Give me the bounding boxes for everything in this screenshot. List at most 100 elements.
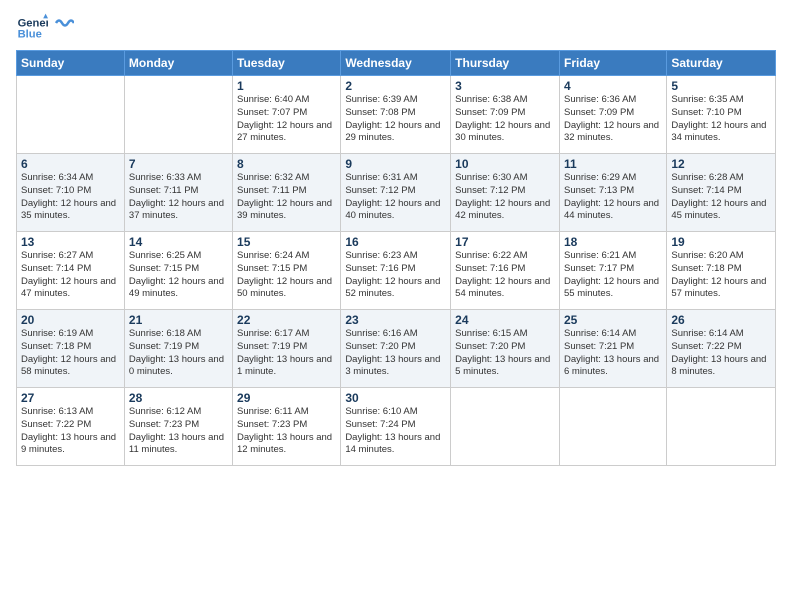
day-number: 5 — [671, 79, 771, 93]
calendar-week-5: 27Sunrise: 6:13 AM Sunset: 7:22 PM Dayli… — [17, 388, 776, 466]
day-header-thursday: Thursday — [451, 51, 560, 76]
day-info: Sunrise: 6:28 AM Sunset: 7:14 PM Dayligh… — [671, 172, 771, 223]
calendar-week-3: 13Sunrise: 6:27 AM Sunset: 7:14 PM Dayli… — [17, 232, 776, 310]
day-number: 22 — [237, 313, 336, 327]
calendar-cell: 28Sunrise: 6:12 AM Sunset: 7:23 PM Dayli… — [124, 388, 232, 466]
day-info: Sunrise: 6:32 AM Sunset: 7:11 PM Dayligh… — [237, 172, 336, 223]
day-number: 12 — [671, 157, 771, 171]
calendar-cell — [667, 388, 776, 466]
logo-icon: General Blue — [16, 12, 48, 44]
day-info: Sunrise: 6:33 AM Sunset: 7:11 PM Dayligh… — [129, 172, 228, 223]
calendar-week-1: 1Sunrise: 6:40 AM Sunset: 7:07 PM Daylig… — [17, 76, 776, 154]
calendar-cell: 29Sunrise: 6:11 AM Sunset: 7:23 PM Dayli… — [233, 388, 341, 466]
calendar-cell: 7Sunrise: 6:33 AM Sunset: 7:11 PM Daylig… — [124, 154, 232, 232]
day-number: 8 — [237, 157, 336, 171]
header: General Blue — [16, 12, 776, 44]
calendar-cell: 6Sunrise: 6:34 AM Sunset: 7:10 PM Daylig… — [17, 154, 125, 232]
day-info: Sunrise: 6:10 AM Sunset: 7:24 PM Dayligh… — [345, 406, 446, 457]
day-number: 6 — [21, 157, 120, 171]
day-number: 13 — [21, 235, 120, 249]
day-info: Sunrise: 6:14 AM Sunset: 7:22 PM Dayligh… — [671, 328, 771, 379]
day-number: 3 — [455, 79, 555, 93]
day-header-wednesday: Wednesday — [341, 51, 451, 76]
day-number: 9 — [345, 157, 446, 171]
calendar-cell: 18Sunrise: 6:21 AM Sunset: 7:17 PM Dayli… — [559, 232, 666, 310]
day-header-monday: Monday — [124, 51, 232, 76]
calendar-week-4: 20Sunrise: 6:19 AM Sunset: 7:18 PM Dayli… — [17, 310, 776, 388]
day-info: Sunrise: 6:40 AM Sunset: 7:07 PM Dayligh… — [237, 94, 336, 145]
calendar-cell: 23Sunrise: 6:16 AM Sunset: 7:20 PM Dayli… — [341, 310, 451, 388]
day-info: Sunrise: 6:24 AM Sunset: 7:15 PM Dayligh… — [237, 250, 336, 301]
calendar-cell: 4Sunrise: 6:36 AM Sunset: 7:09 PM Daylig… — [559, 76, 666, 154]
day-info: Sunrise: 6:20 AM Sunset: 7:18 PM Dayligh… — [671, 250, 771, 301]
calendar-table: SundayMondayTuesdayWednesdayThursdayFrid… — [16, 50, 776, 466]
day-number: 30 — [345, 391, 446, 405]
calendar-week-2: 6Sunrise: 6:34 AM Sunset: 7:10 PM Daylig… — [17, 154, 776, 232]
calendar-cell: 22Sunrise: 6:17 AM Sunset: 7:19 PM Dayli… — [233, 310, 341, 388]
day-info: Sunrise: 6:22 AM Sunset: 7:16 PM Dayligh… — [455, 250, 555, 301]
calendar-cell: 9Sunrise: 6:31 AM Sunset: 7:12 PM Daylig… — [341, 154, 451, 232]
calendar-cell: 16Sunrise: 6:23 AM Sunset: 7:16 PM Dayli… — [341, 232, 451, 310]
day-number: 25 — [564, 313, 662, 327]
calendar-cell: 10Sunrise: 6:30 AM Sunset: 7:12 PM Dayli… — [451, 154, 560, 232]
day-info: Sunrise: 6:25 AM Sunset: 7:15 PM Dayligh… — [129, 250, 228, 301]
calendar-cell: 15Sunrise: 6:24 AM Sunset: 7:15 PM Dayli… — [233, 232, 341, 310]
calendar-cell: 19Sunrise: 6:20 AM Sunset: 7:18 PM Dayli… — [667, 232, 776, 310]
day-info: Sunrise: 6:36 AM Sunset: 7:09 PM Dayligh… — [564, 94, 662, 145]
day-number: 15 — [237, 235, 336, 249]
day-number: 11 — [564, 157, 662, 171]
day-number: 17 — [455, 235, 555, 249]
day-info: Sunrise: 6:35 AM Sunset: 7:10 PM Dayligh… — [671, 94, 771, 145]
day-header-saturday: Saturday — [667, 51, 776, 76]
day-info: Sunrise: 6:12 AM Sunset: 7:23 PM Dayligh… — [129, 406, 228, 457]
day-info: Sunrise: 6:13 AM Sunset: 7:22 PM Dayligh… — [21, 406, 120, 457]
day-number: 1 — [237, 79, 336, 93]
day-number: 20 — [21, 313, 120, 327]
calendar-header-row: SundayMondayTuesdayWednesdayThursdayFrid… — [17, 51, 776, 76]
logo: General Blue — [16, 12, 74, 44]
calendar-cell: 26Sunrise: 6:14 AM Sunset: 7:22 PM Dayli… — [667, 310, 776, 388]
calendar-cell: 1Sunrise: 6:40 AM Sunset: 7:07 PM Daylig… — [233, 76, 341, 154]
day-number: 7 — [129, 157, 228, 171]
day-number: 4 — [564, 79, 662, 93]
day-info: Sunrise: 6:18 AM Sunset: 7:19 PM Dayligh… — [129, 328, 228, 379]
calendar-cell: 13Sunrise: 6:27 AM Sunset: 7:14 PM Dayli… — [17, 232, 125, 310]
day-info: Sunrise: 6:29 AM Sunset: 7:13 PM Dayligh… — [564, 172, 662, 223]
day-info: Sunrise: 6:27 AM Sunset: 7:14 PM Dayligh… — [21, 250, 120, 301]
day-number: 10 — [455, 157, 555, 171]
calendar-cell: 11Sunrise: 6:29 AM Sunset: 7:13 PM Dayli… — [559, 154, 666, 232]
day-number: 23 — [345, 313, 446, 327]
calendar-cell: 25Sunrise: 6:14 AM Sunset: 7:21 PM Dayli… — [559, 310, 666, 388]
day-info: Sunrise: 6:23 AM Sunset: 7:16 PM Dayligh… — [345, 250, 446, 301]
calendar-cell — [124, 76, 232, 154]
day-number: 16 — [345, 235, 446, 249]
day-info: Sunrise: 6:21 AM Sunset: 7:17 PM Dayligh… — [564, 250, 662, 301]
day-header-tuesday: Tuesday — [233, 51, 341, 76]
day-info: Sunrise: 6:16 AM Sunset: 7:20 PM Dayligh… — [345, 328, 446, 379]
day-header-friday: Friday — [559, 51, 666, 76]
calendar-cell: 3Sunrise: 6:38 AM Sunset: 7:09 PM Daylig… — [451, 76, 560, 154]
svg-text:General: General — [18, 17, 48, 29]
day-info: Sunrise: 6:19 AM Sunset: 7:18 PM Dayligh… — [21, 328, 120, 379]
logo-wave-icon — [54, 13, 74, 33]
calendar-cell: 5Sunrise: 6:35 AM Sunset: 7:10 PM Daylig… — [667, 76, 776, 154]
svg-text:Blue: Blue — [18, 29, 42, 41]
day-info: Sunrise: 6:34 AM Sunset: 7:10 PM Dayligh… — [21, 172, 120, 223]
day-number: 14 — [129, 235, 228, 249]
calendar-cell: 30Sunrise: 6:10 AM Sunset: 7:24 PM Dayli… — [341, 388, 451, 466]
day-info: Sunrise: 6:11 AM Sunset: 7:23 PM Dayligh… — [237, 406, 336, 457]
day-header-sunday: Sunday — [17, 51, 125, 76]
calendar-cell: 20Sunrise: 6:19 AM Sunset: 7:18 PM Dayli… — [17, 310, 125, 388]
day-info: Sunrise: 6:17 AM Sunset: 7:19 PM Dayligh… — [237, 328, 336, 379]
day-number: 2 — [345, 79, 446, 93]
calendar-cell: 14Sunrise: 6:25 AM Sunset: 7:15 PM Dayli… — [124, 232, 232, 310]
calendar-cell: 27Sunrise: 6:13 AM Sunset: 7:22 PM Dayli… — [17, 388, 125, 466]
calendar-cell — [17, 76, 125, 154]
day-number: 28 — [129, 391, 228, 405]
calendar-cell: 24Sunrise: 6:15 AM Sunset: 7:20 PM Dayli… — [451, 310, 560, 388]
day-number: 26 — [671, 313, 771, 327]
calendar-cell: 12Sunrise: 6:28 AM Sunset: 7:14 PM Dayli… — [667, 154, 776, 232]
day-number: 18 — [564, 235, 662, 249]
calendar-cell — [451, 388, 560, 466]
day-number: 29 — [237, 391, 336, 405]
